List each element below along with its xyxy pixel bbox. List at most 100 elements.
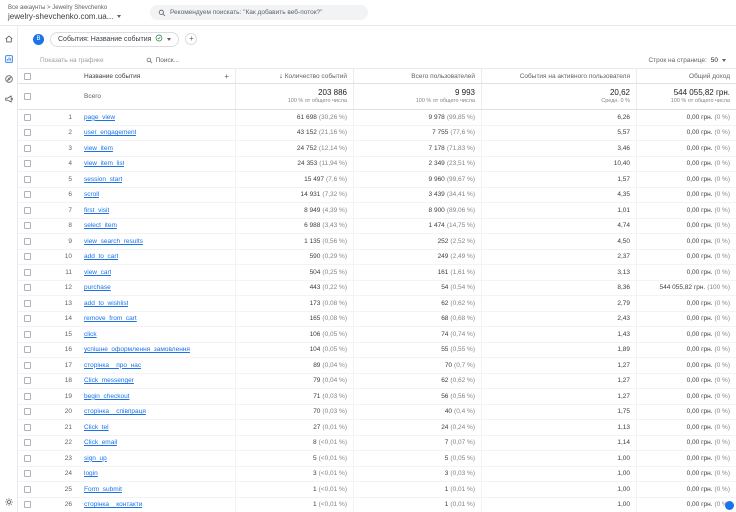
row-checkbox[interactable] [24,269,31,276]
totals-event-count: 203 886 100 % от общего числа [236,84,354,109]
row-checkbox[interactable] [24,377,31,384]
event-count-percent: (0,01 %) [322,424,347,431]
revenue-percent: (0 %) [714,300,730,307]
event-name-link[interactable]: Click_email [84,439,117,446]
reports-icon[interactable] [3,53,14,64]
row-checkbox[interactable] [24,346,31,353]
revenue-percent: (100 %) [707,284,730,291]
event-name-link[interactable]: Form_submit [84,486,122,493]
row-checkbox[interactable] [24,145,31,152]
total-users-percent: (89,06 %) [447,207,475,214]
total-users-percent: (0,05 %) [450,455,475,462]
row-checkbox[interactable] [24,331,31,338]
table-row: 7 first_visit 8 949 (4,39 %) 8 900 (89,0… [18,203,736,219]
add-comparison-button[interactable]: + [185,33,197,45]
row-checkbox[interactable] [24,207,31,214]
event-name-link[interactable]: begin_checkout [84,393,130,400]
explore-icon[interactable] [3,73,14,84]
segment-badge[interactable]: B [33,34,44,45]
event-name-link[interactable]: page_view [84,114,115,121]
event-count-percent: (0,05 %) [322,346,347,353]
column-header-total-users[interactable]: Всего пользователей [354,69,482,83]
row-checkbox[interactable] [24,114,31,121]
rows-per-page-select[interactable]: Строк на странице: 50 [648,57,726,64]
event-name-link[interactable]: view_search_results [84,238,143,245]
event-name-link[interactable]: view_item_list [84,160,124,167]
event-count-value: 5 [313,455,317,462]
row-number: 7 [52,203,78,218]
totals-subtext: 100 % от общего числа [671,98,730,105]
show-on-chart-toggle[interactable]: Показать на графике [40,57,104,64]
chat-fab[interactable] [725,501,734,510]
column-header-event-name[interactable]: Название события + [78,69,236,83]
event-count-value: 3 [313,470,317,477]
event-name-link[interactable]: purchase [84,284,111,291]
event-name-link[interactable]: user_engagement [84,129,136,136]
row-checkbox[interactable] [24,238,31,245]
home-icon[interactable] [3,33,14,44]
event-name-link[interactable]: успішне_оформлення_замовлення [84,346,190,353]
row-checkbox[interactable] [24,393,31,400]
event-name-link[interactable]: scroll [84,191,99,198]
totals-checkbox[interactable] [24,93,31,100]
row-checkbox[interactable] [24,300,31,307]
select-all-checkbox[interactable] [24,73,31,80]
row-checkbox[interactable] [24,486,31,493]
row-checkbox[interactable] [24,408,31,415]
event-name-link[interactable]: session_start [84,176,122,183]
event-name-link[interactable]: first_visit [84,207,109,214]
event-name-link[interactable]: remove_from_cart [84,315,137,322]
row-checkbox[interactable] [24,160,31,167]
breadcrumb[interactable]: Все аккаунты > Jewelry Shevchenko [8,4,138,12]
row-checkbox[interactable] [24,424,31,431]
dimension-selector[interactable]: События: Название события [50,32,179,47]
search-icon [158,9,166,17]
event-name-link[interactable]: select_item [84,222,117,229]
row-checkbox[interactable] [24,222,31,229]
event-name-link[interactable]: login [84,470,98,477]
row-checkbox[interactable] [24,191,31,198]
row-checkbox[interactable] [24,362,31,369]
revenue-cell: 0,00 грн. (0 %) [637,482,736,497]
column-header-total-revenue[interactable]: Общий доход [637,69,736,83]
column-header-events-per-user[interactable]: События на активного пользователя [482,69,637,83]
global-search-input[interactable]: Рекомендуем поискать: "Как добавить веб-… [150,5,368,20]
event-name-link[interactable]: сторінка__співпраця [84,408,146,415]
total-users-cell: 249 (2,49 %) [354,250,482,265]
total-users-percent: (0,7 %) [454,362,475,369]
table-search-input[interactable]: Поиск... [146,57,179,64]
event-name-link[interactable]: add_to_wishlist [84,300,128,307]
events-per-user-value: 5,57 [617,129,630,136]
event-count-percent: (0,25 %) [322,269,347,276]
event-name-link[interactable]: view_item [84,145,113,152]
advertising-icon[interactable] [3,93,14,104]
row-checkbox[interactable] [24,253,31,260]
event-name-link[interactable]: Click_tel [84,424,109,431]
admin-gear-icon[interactable] [3,496,14,507]
row-checkbox[interactable] [24,176,31,183]
column-header-event-count[interactable]: ↓ Количество событий [236,69,354,83]
event-name-link[interactable]: add_to_cart [84,253,118,260]
row-checkbox[interactable] [24,284,31,291]
table-row: 12 purchase 443 (0,22 %) 54 (0,54 %) 8,3… [18,281,736,297]
add-dimension-icon[interactable]: + [224,72,229,81]
row-checkbox[interactable] [24,455,31,462]
column-header-label: События на активного пользователя [520,73,630,80]
event-name-link[interactable]: Click_messenger [84,377,134,384]
row-checkbox[interactable] [24,470,31,477]
total-users-cell: 3 439 (34,41 %) [354,188,482,203]
event-name-link[interactable]: сторінка__про_нас [84,362,141,369]
event-name-link[interactable]: click [84,331,97,338]
revenue-percent: (0 %) [714,377,730,384]
row-checkbox[interactable] [24,439,31,446]
event-name-link[interactable]: sign_up [84,455,107,462]
event-name-cell: first_visit [78,203,236,218]
revenue-value: 0,00 грн. [687,455,713,462]
property-selector[interactable]: jewelry-shevchenko.com.ua... [8,12,138,22]
event-name-link[interactable]: сторінка__контакти [84,501,142,508]
row-checkbox[interactable] [24,315,31,322]
event-name-link[interactable]: view_cart [84,269,111,276]
row-checkbox[interactable] [24,501,31,508]
table-row: 11 view_cart 504 (0,25 %) 161 (1,61 %) 3… [18,265,736,281]
row-checkbox[interactable] [24,129,31,136]
